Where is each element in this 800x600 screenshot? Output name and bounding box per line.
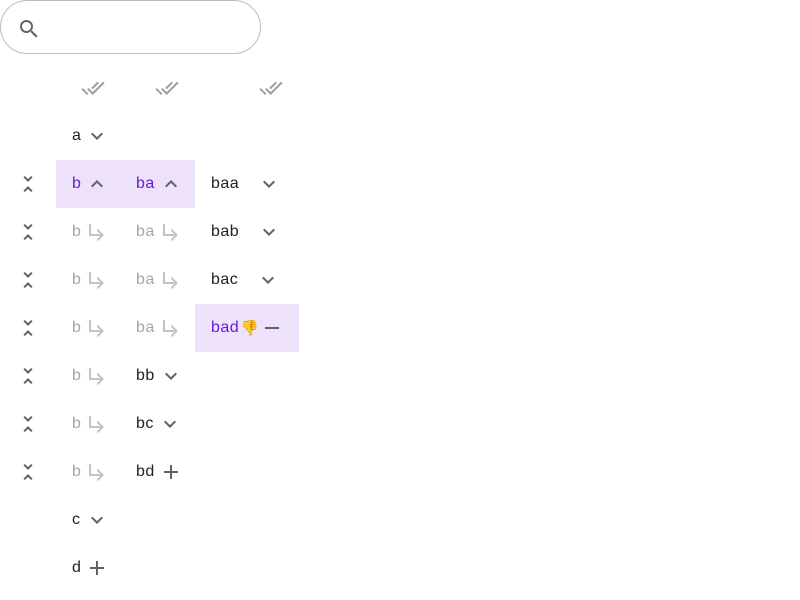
node-label: bad (211, 319, 240, 336)
chevron-down-icon[interactable] (85, 508, 109, 532)
plus-icon[interactable] (85, 556, 109, 580)
tree-node-b-repeat: b (56, 448, 120, 496)
chevron-down-icon[interactable] (257, 172, 281, 196)
node-label: ba (136, 271, 155, 288)
done-all-icon[interactable] (259, 76, 283, 100)
subdirectory-arrow-icon (89, 368, 105, 385)
node-label: ba (136, 319, 155, 336)
tree-node-b-repeat: b (56, 208, 120, 256)
tree-node-b-repeat: b (56, 352, 120, 400)
subdirectory-arrow-icon (162, 272, 178, 289)
plus-icon[interactable] (159, 460, 183, 484)
tree-node-bad[interactable]: bad 👎 (195, 304, 299, 352)
node-label: bc (136, 415, 154, 432)
node-label: bb (136, 367, 155, 384)
node-label: b (72, 463, 82, 480)
chevron-up-icon[interactable] (159, 172, 183, 196)
node-label: bab (211, 223, 240, 240)
tree-node-a[interactable]: a (56, 112, 120, 160)
node-label: ba (136, 223, 155, 240)
subdirectory-arrow-icon (89, 272, 105, 289)
tree-node-b-repeat: b (56, 256, 120, 304)
node-label: b (72, 175, 82, 192)
subdirectory-arrow-icon (162, 224, 178, 241)
tree-node-d[interactable]: d (56, 544, 120, 592)
node-label: bd (136, 463, 155, 480)
collapse-rows-icon[interactable] (16, 220, 40, 244)
tree-node-bac[interactable]: bac (195, 256, 299, 304)
tree-node-b[interactable]: b (56, 160, 120, 208)
node-label: b (72, 223, 82, 240)
node-label: b (72, 367, 82, 384)
node-label: d (72, 559, 82, 576)
done-all-icon[interactable] (155, 76, 179, 100)
chevron-down-icon[interactable] (85, 124, 109, 148)
tree-node-ba[interactable]: ba (120, 160, 195, 208)
collapse-rows-icon[interactable] (16, 268, 40, 292)
subdirectory-arrow-icon (89, 320, 105, 337)
node-label: c (72, 511, 81, 528)
tree-node-bc[interactable]: bc (120, 400, 195, 448)
tree-node-bd[interactable]: bd (120, 448, 195, 496)
subdirectory-arrow-icon (89, 464, 105, 481)
minus-icon[interactable] (260, 316, 284, 340)
chevron-down-icon[interactable] (257, 220, 281, 244)
tree-node-ba-repeat: ba (120, 256, 195, 304)
tree-node-ba-repeat: ba (120, 304, 195, 352)
tree-node-ba-repeat: ba (120, 208, 195, 256)
node-label: ba (136, 175, 155, 192)
chevron-up-icon[interactable] (85, 172, 109, 196)
search-icon (20, 20, 38, 38)
collapse-rows-icon[interactable] (16, 460, 40, 484)
collapse-rows-icon[interactable] (16, 316, 40, 340)
node-label: b (72, 271, 82, 288)
tree-node-baa[interactable]: baa (195, 160, 299, 208)
tree-node-b-repeat: b (56, 400, 120, 448)
done-all-icon[interactable] (81, 76, 105, 100)
chevron-down-icon[interactable] (159, 364, 183, 388)
subdirectory-arrow-icon (89, 416, 105, 433)
collapse-rows-icon[interactable] (16, 172, 40, 196)
tree-node-c[interactable]: c (56, 496, 120, 544)
search-box[interactable] (0, 0, 261, 54)
node-label: bac (211, 271, 239, 288)
node-label: baa (211, 175, 240, 192)
collapse-rows-icon[interactable] (16, 412, 40, 436)
collapse-rows-icon[interactable] (16, 364, 40, 388)
subdirectory-arrow-icon (89, 224, 105, 241)
node-label: b (72, 319, 82, 336)
tree-node-bb[interactable]: bb (120, 352, 195, 400)
subdirectory-arrow-icon (162, 320, 178, 337)
tree-node-bab[interactable]: bab (195, 208, 299, 256)
node-label: b (72, 415, 82, 432)
chevron-down-icon[interactable] (256, 268, 280, 292)
node-label: a (72, 127, 82, 144)
thumbs-down-icon: 👎 (240, 320, 260, 337)
tree-node-b-repeat: b (56, 304, 120, 352)
chevron-down-icon[interactable] (158, 412, 182, 436)
search-input[interactable] (49, 11, 253, 47)
